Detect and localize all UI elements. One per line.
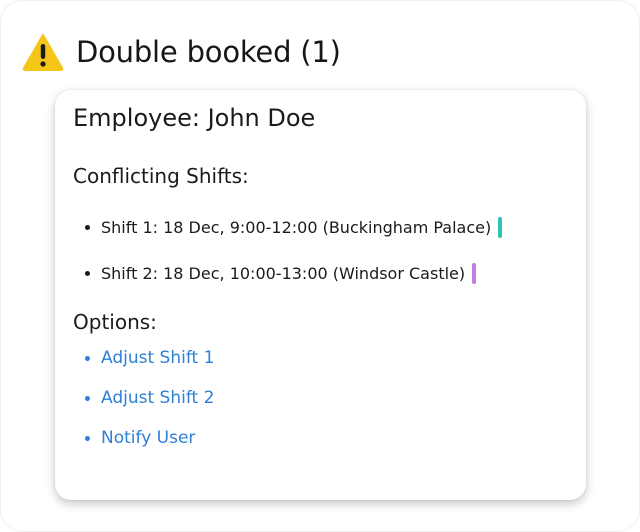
panel-header: Double booked (1) xyxy=(22,30,341,74)
options-list: Adjust Shift 1 Adjust Shift 2 Notify Use… xyxy=(85,338,214,458)
bullet xyxy=(85,435,90,441)
conflicting-shifts-list: Shift 1: 18 Dec, 9:00-12:00 (Buckingham … xyxy=(85,204,503,296)
option-adjust-shift-2[interactable]: Adjust Shift 2 xyxy=(85,378,214,418)
panel-title: Double booked (1) xyxy=(76,34,341,69)
warning-icon xyxy=(22,34,64,71)
option-label[interactable]: Adjust Shift 1 xyxy=(101,348,214,368)
shift-text: Shift 1: 18 Dec, 9:00-12:00 (Buckingham … xyxy=(101,217,492,237)
conflict-card: Employee: John Doe Conflicting Shifts: S… xyxy=(55,90,586,500)
conflict-panel: Double booked (1) Employee: John Doe Con… xyxy=(0,0,640,532)
bullet xyxy=(85,224,90,230)
conflicting-shifts-heading: Conflicting Shifts: xyxy=(73,164,249,188)
option-label[interactable]: Notify User xyxy=(101,428,195,448)
shift-item: Shift 2: 18 Dec, 10:00-13:00 (Windsor Ca… xyxy=(85,250,502,296)
employee-name: Employee: John Doe xyxy=(73,104,316,132)
bullet xyxy=(85,270,90,276)
shift-text: Shift 2: 18 Dec, 10:00-13:00 (Windsor Ca… xyxy=(101,263,466,283)
bullet xyxy=(85,355,90,361)
options-heading: Options: xyxy=(73,310,157,334)
shift-color-indicator xyxy=(498,216,503,238)
shift-item: Shift 1: 18 Dec, 9:00-12:00 (Buckingham … xyxy=(85,204,503,250)
option-adjust-shift-1[interactable]: Adjust Shift 1 xyxy=(85,338,214,378)
shift-color-indicator xyxy=(472,262,477,284)
bullet xyxy=(85,395,90,401)
option-notify-user[interactable]: Notify User xyxy=(85,418,214,458)
option-label[interactable]: Adjust Shift 2 xyxy=(101,388,214,408)
